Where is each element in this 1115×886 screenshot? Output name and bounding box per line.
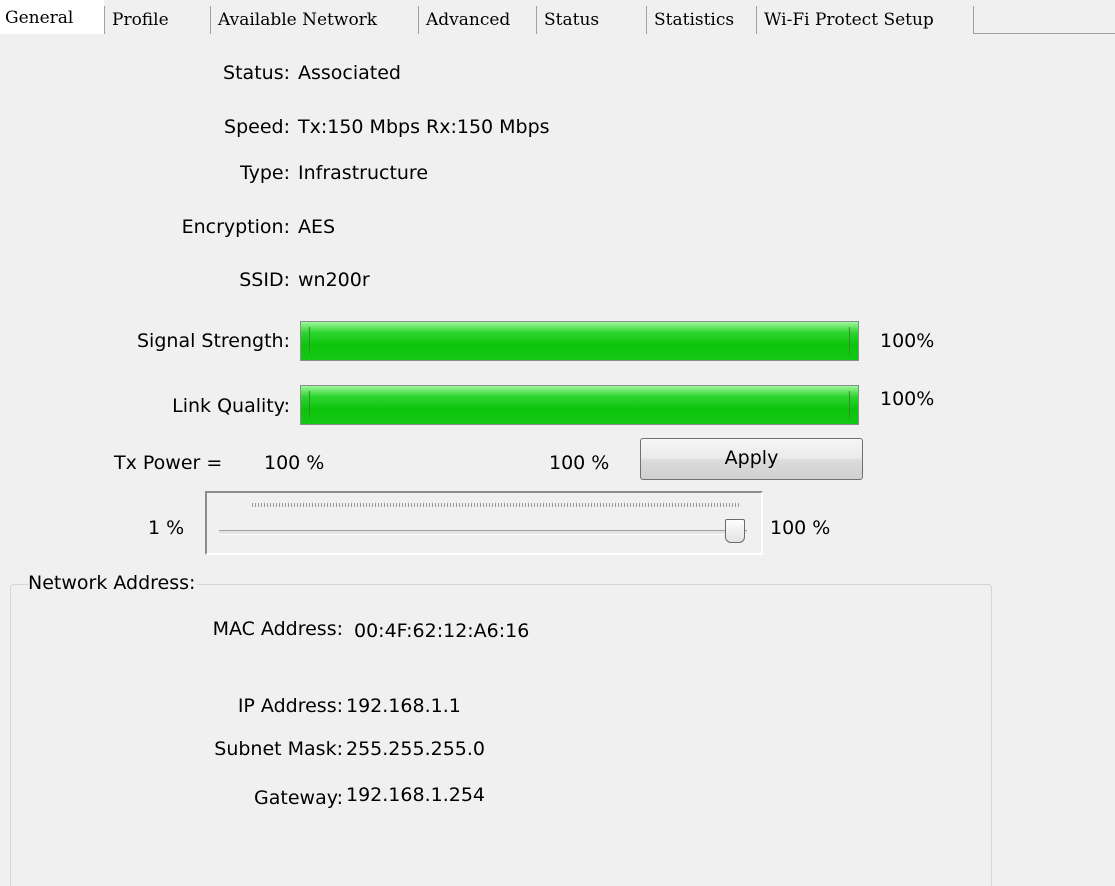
network-address-title: Network Address: (28, 571, 198, 595)
encryption-value: AES (298, 216, 336, 238)
slider-ticks (252, 503, 739, 507)
mac-address-label: MAC Address: (212, 618, 343, 640)
tab-status[interactable]: Status (536, 6, 646, 34)
gateway-value: 192.168.1.254 (346, 784, 486, 806)
tx-power-selected: 100 % (549, 452, 610, 474)
speed-value: Tx:150 Mbps Rx:150 Mbps (298, 116, 550, 138)
tab-bar: General Profile Available Network Advanc… (0, 0, 1115, 34)
link-quality-fill (301, 386, 858, 424)
tab-available-network[interactable]: Available Network (210, 6, 418, 34)
slider-track (219, 530, 747, 535)
signal-strength-bar (300, 321, 859, 361)
mac-address-value: 00:4F:62:12:A6:16 (354, 620, 530, 642)
link-quality-bar (300, 385, 859, 425)
ip-address-value: 192.168.1.1 (346, 695, 461, 717)
type-value: Infrastructure (298, 162, 429, 184)
tx-power-label: Tx Power = (114, 452, 223, 474)
status-label: Status: (223, 62, 290, 84)
slider-thumb[interactable] (725, 519, 745, 543)
tab-general[interactable]: General (0, 0, 104, 34)
slider-min-label: 1 % (148, 517, 185, 539)
apply-button[interactable]: Apply (640, 438, 863, 480)
slider-max-label: 100 % (770, 517, 831, 539)
signal-strength-fill (301, 322, 858, 360)
ssid-value: wn200r (298, 269, 370, 291)
encryption-label: Encryption: (181, 216, 290, 238)
tab-advanced[interactable]: Advanced (418, 6, 536, 34)
gateway-label: Gateway: (254, 787, 343, 809)
type-label: Type: (239, 162, 290, 184)
speed-label: Speed: (224, 116, 290, 138)
tab-wifi-protect-setup[interactable]: Wi-Fi Protect Setup (756, 6, 974, 34)
tx-power-current: 100 % (264, 452, 325, 474)
status-value: Associated (298, 62, 401, 84)
subnet-mask-label: Subnet Mask: (214, 738, 343, 760)
link-quality-value: 100% (880, 388, 935, 410)
tab-profile[interactable]: Profile (104, 6, 210, 34)
ssid-label: SSID: (239, 269, 290, 291)
link-quality-label: Link Quality: (172, 395, 290, 417)
ip-address-label: IP Address: (237, 695, 343, 717)
signal-strength-label: Signal Strength: (137, 330, 290, 352)
tx-power-slider[interactable] (205, 491, 763, 555)
signal-strength-value: 100% (880, 330, 935, 352)
tab-statistics[interactable]: Statistics (646, 6, 756, 34)
subnet-mask-value: 255.255.255.0 (346, 738, 486, 760)
